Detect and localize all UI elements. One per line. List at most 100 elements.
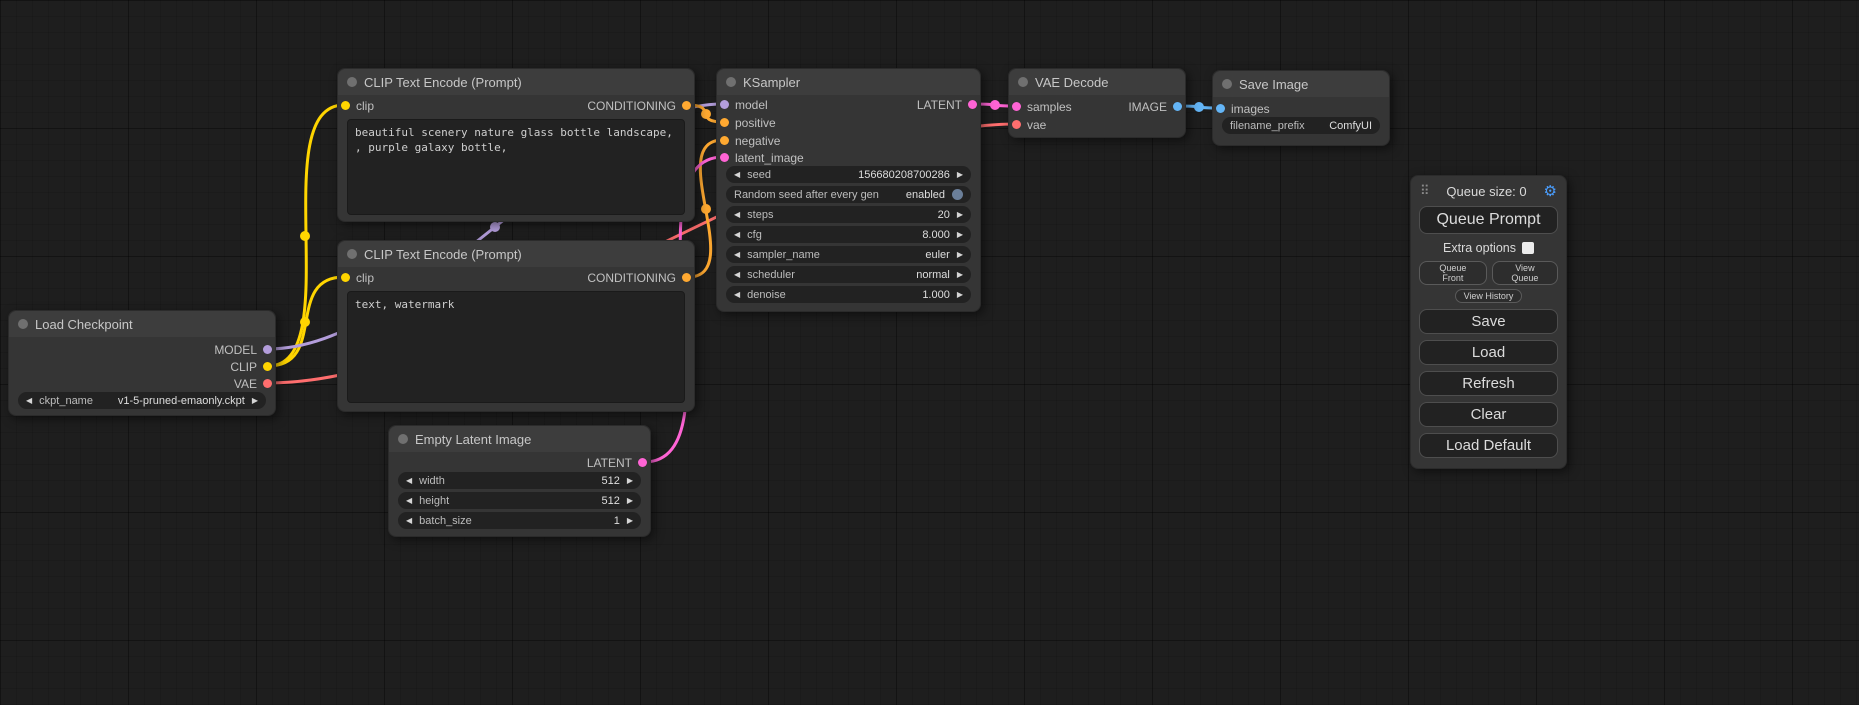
collapse-dot-icon[interactable] xyxy=(18,319,28,329)
seed-widget[interactable]: ◀ seed 156680208700286 ▶ xyxy=(726,166,971,183)
comfy-menu[interactable]: ⠿ Queue size: 0 ⚙ Queue Prompt Extra opt… xyxy=(1410,175,1567,469)
clip-output-dot[interactable] xyxy=(263,362,272,371)
node-header[interactable]: CLIP Text Encode (Prompt) xyxy=(338,69,694,95)
model-output-dot[interactable] xyxy=(263,345,272,354)
denoise-widget[interactable]: ◀ denoise 1.000 ▶ xyxy=(726,286,971,303)
clear-button[interactable]: Clear xyxy=(1419,402,1558,427)
latent-output-dot[interactable] xyxy=(968,100,977,109)
sampler-name-widget[interactable]: ◀ sampler_name euler ▶ xyxy=(726,246,971,263)
extra-options-checkbox[interactable] xyxy=(1522,242,1534,254)
collapse-dot-icon[interactable] xyxy=(347,249,357,259)
samples-input-dot[interactable] xyxy=(1012,102,1021,111)
decrement-arrow-icon[interactable]: ◀ xyxy=(734,170,740,179)
load-default-button[interactable]: Load Default xyxy=(1419,433,1558,458)
node-header[interactable]: Empty Latent Image xyxy=(389,426,650,452)
widget-value: 8.000 xyxy=(922,229,950,241)
decrement-arrow-icon[interactable]: ◀ xyxy=(406,516,412,525)
node-header[interactable]: Load Checkpoint xyxy=(9,311,275,337)
queue-front-button[interactable]: Queue Front xyxy=(1419,261,1487,285)
node-header[interactable]: KSampler xyxy=(717,69,980,95)
decrement-arrow-icon[interactable]: ◀ xyxy=(406,496,412,505)
positive-input-dot[interactable] xyxy=(720,118,729,127)
node-header[interactable]: CLIP Text Encode (Prompt) xyxy=(338,241,694,267)
positive-prompt-textarea[interactable]: beautiful scenery nature glass bottle la… xyxy=(347,119,685,215)
clip-input-dot[interactable] xyxy=(341,101,350,110)
view-history-button[interactable]: View History xyxy=(1455,289,1523,303)
filename-prefix-widget[interactable]: filename_prefix ComfyUI xyxy=(1222,117,1380,134)
random-seed-toggle-widget[interactable]: Random seed after every gen enabled xyxy=(726,186,971,203)
widget-label: cfg xyxy=(747,229,915,241)
increment-arrow-icon[interactable]: ▶ xyxy=(627,496,633,505)
node-load-checkpoint[interactable]: Load Checkpoint MODEL CLIP VAE ◀ ckpt_na… xyxy=(8,310,276,416)
latent-output-dot[interactable] xyxy=(638,458,647,467)
increment-arrow-icon[interactable]: ▶ xyxy=(957,290,963,299)
collapse-dot-icon[interactable] xyxy=(398,434,408,444)
next-arrow-icon[interactable]: ▶ xyxy=(957,270,963,279)
node-graph-canvas[interactable]: Load Checkpoint MODEL CLIP VAE ◀ ckpt_na… xyxy=(0,0,1859,705)
prev-arrow-icon[interactable]: ◀ xyxy=(734,270,740,279)
collapse-dot-icon[interactable] xyxy=(1018,77,1028,87)
scheduler-widget[interactable]: ◀ scheduler normal ▶ xyxy=(726,266,971,283)
slot-label: LATENT xyxy=(917,98,962,112)
node-vae-decode[interactable]: VAE Decode samples IMAGE vae xyxy=(1008,68,1186,138)
prev-arrow-icon[interactable]: ◀ xyxy=(26,396,32,405)
decrement-arrow-icon[interactable]: ◀ xyxy=(406,476,412,485)
next-arrow-icon[interactable]: ▶ xyxy=(957,250,963,259)
node-ksampler[interactable]: KSampler model LATENT positive negative … xyxy=(716,68,981,312)
conditioning-output-dot[interactable] xyxy=(682,273,691,282)
toggle-knob[interactable] xyxy=(952,189,963,200)
width-widget[interactable]: ◀ width 512 ▶ xyxy=(398,472,641,489)
steps-widget[interactable]: ◀ steps 20 ▶ xyxy=(726,206,971,223)
vae-input-dot[interactable] xyxy=(1012,120,1021,129)
negative-prompt-textarea[interactable]: text, watermark xyxy=(347,291,685,403)
latent-image-input-dot[interactable] xyxy=(720,153,729,162)
output-slot-image: IMAGE xyxy=(1128,100,1182,113)
negative-input-dot[interactable] xyxy=(720,136,729,145)
widget-label: steps xyxy=(747,209,930,221)
collapse-dot-icon[interactable] xyxy=(1222,79,1232,89)
widget-value: normal xyxy=(916,269,950,281)
decrement-arrow-icon[interactable]: ◀ xyxy=(734,290,740,299)
node-header[interactable]: Save Image xyxy=(1213,71,1389,97)
height-widget[interactable]: ◀ height 512 ▶ xyxy=(398,492,641,509)
image-output-dot[interactable] xyxy=(1173,102,1182,111)
drag-handle-icon[interactable]: ⠿ xyxy=(1420,183,1430,199)
vae-output-dot[interactable] xyxy=(263,379,272,388)
next-arrow-icon[interactable]: ▶ xyxy=(252,396,258,405)
increment-arrow-icon[interactable]: ▶ xyxy=(957,230,963,239)
batch-size-widget[interactable]: ◀ batch_size 1 ▶ xyxy=(398,512,641,529)
collapse-dot-icon[interactable] xyxy=(347,77,357,87)
conditioning-output-dot[interactable] xyxy=(682,101,691,110)
images-input-dot[interactable] xyxy=(1216,104,1225,113)
ckpt-name-widget[interactable]: ◀ ckpt_name v1-5-pruned-emaonly.ckpt ▶ xyxy=(18,392,266,409)
queue-prompt-button[interactable]: Queue Prompt xyxy=(1419,206,1558,234)
node-clip-text-encode-negative[interactable]: CLIP Text Encode (Prompt) clip CONDITION… xyxy=(337,240,695,412)
widget-value: 156680208700286 xyxy=(858,169,950,181)
node-clip-text-encode-positive[interactable]: CLIP Text Encode (Prompt) clip CONDITION… xyxy=(337,68,695,222)
slot-label: positive xyxy=(735,116,776,130)
widget-label: height xyxy=(419,495,594,507)
settings-gear-icon[interactable]: ⚙ xyxy=(1544,184,1557,199)
refresh-button[interactable]: Refresh xyxy=(1419,371,1558,396)
node-header[interactable]: VAE Decode xyxy=(1009,69,1185,95)
decrement-arrow-icon[interactable]: ◀ xyxy=(734,230,740,239)
cfg-widget[interactable]: ◀ cfg 8.000 ▶ xyxy=(726,226,971,243)
increment-arrow-icon[interactable]: ▶ xyxy=(627,516,633,525)
increment-arrow-icon[interactable]: ▶ xyxy=(627,476,633,485)
load-button[interactable]: Load xyxy=(1419,340,1558,365)
view-queue-button[interactable]: View Queue xyxy=(1492,261,1558,285)
clip-input-dot[interactable] xyxy=(341,273,350,282)
node-title: KSampler xyxy=(743,75,800,90)
menu-header: ⠿ Queue size: 0 ⚙ xyxy=(1419,181,1558,204)
model-input-dot[interactable] xyxy=(720,100,729,109)
collapse-dot-icon[interactable] xyxy=(726,77,736,87)
save-button[interactable]: Save xyxy=(1419,309,1558,334)
decrement-arrow-icon[interactable]: ◀ xyxy=(734,210,740,219)
widget-label: seed xyxy=(747,169,851,181)
increment-arrow-icon[interactable]: ▶ xyxy=(957,210,963,219)
prev-arrow-icon[interactable]: ◀ xyxy=(734,250,740,259)
output-slot-clip: CLIP xyxy=(230,360,272,373)
node-empty-latent-image[interactable]: Empty Latent Image LATENT ◀ width 512 ▶ … xyxy=(388,425,651,537)
node-save-image[interactable]: Save Image images filename_prefix ComfyU… xyxy=(1212,70,1390,146)
increment-arrow-icon[interactable]: ▶ xyxy=(957,170,963,179)
